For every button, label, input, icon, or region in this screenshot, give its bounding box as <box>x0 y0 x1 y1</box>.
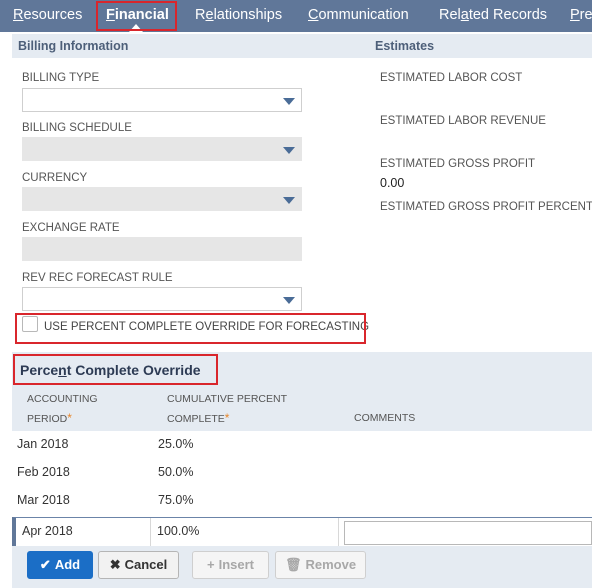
plus-icon: + <box>207 557 215 572</box>
cancel-button[interactable]: ✖ Cancel <box>98 551 179 579</box>
edit-period-value: Apr 2018 <box>22 524 73 538</box>
check-icon: ✔ <box>39 557 51 572</box>
row-period: Jan 2018 <box>17 437 69 451</box>
row-period: Feb 2018 <box>17 465 70 479</box>
tab-relationships[interactable]: Relationships <box>195 0 282 32</box>
tab-resources[interactable]: Resources <box>13 0 82 32</box>
column-header-accounting-period[interactable]: ACCOUNTING PERIOD* <box>27 390 98 429</box>
table-row[interactable]: Jan 2018 25.0% <box>12 431 592 459</box>
close-icon: ✖ <box>109 557 121 572</box>
billing-type-select[interactable] <box>22 88 302 112</box>
comments-input[interactable] <box>344 521 592 545</box>
chevron-down-icon <box>283 197 295 204</box>
billing-type-label: BILLING TYPE <box>22 72 100 84</box>
column-header-cumulative-percent-line2: COMPLETE <box>167 413 225 425</box>
remove-button[interactable]: 🗑 Remove <box>275 551 366 579</box>
trash-icon: 🗑 <box>284 557 302 572</box>
edit-percent-value: 100.0% <box>157 524 200 538</box>
active-tab-caret <box>129 24 143 32</box>
row-percent: 25.0% <box>158 437 194 451</box>
exchange-rate-label: EXCHANGE RATE <box>22 222 120 234</box>
mandatory-mark: * <box>67 411 72 425</box>
chevron-down-icon <box>283 147 295 154</box>
tab-bar: Resources Financial Relationships Commun… <box>0 0 592 32</box>
estimated-gross-profit-percent-label: ESTIMATED GROSS PROFIT PERCENT <box>380 201 592 213</box>
row-percent: 50.0% <box>158 465 194 479</box>
estimates-title: Estimates <box>375 39 435 53</box>
rev-rec-forecast-rule-label: REV REC FORECAST RULE <box>22 272 173 284</box>
column-header-cumulative-percent-line1: CUMULATIVE PERCENT <box>167 393 287 405</box>
estimated-labor-cost-label: ESTIMATED LABOR COST <box>380 72 523 84</box>
estimated-labor-revenue-label: ESTIMATED LABOR REVENUE <box>380 115 546 127</box>
edit-period-cell[interactable]: Apr 2018 <box>16 518 151 547</box>
rev-rec-forecast-rule-select[interactable] <box>22 287 302 311</box>
table-row[interactable]: Feb 2018 50.0% <box>12 459 592 487</box>
estimated-gross-profit-label: ESTIMATED GROSS PROFIT <box>380 158 536 170</box>
column-header-accounting-period-line2: PERIOD <box>27 413 68 425</box>
column-header-accounting-period-line1: ACCOUNTING <box>27 393 98 405</box>
row-percent: 75.0% <box>158 493 194 507</box>
chevron-down-icon <box>283 98 295 105</box>
add-button[interactable]: ✔ Add <box>27 551 93 579</box>
add-button-label: Add <box>54 557 81 572</box>
estimated-gross-profit-value: 0.00 <box>380 176 405 190</box>
exchange-rate-field[interactable] <box>22 237 302 261</box>
column-header-cumulative-percent[interactable]: CUMULATIVE PERCENT COMPLETE* <box>167 390 287 429</box>
percent-complete-override-checkbox[interactable] <box>22 316 38 332</box>
tab-pre[interactable]: Pre <box>570 0 592 32</box>
insert-button[interactable]: + Insert <box>192 551 269 579</box>
edit-percent-cell[interactable]: 100.0% <box>151 518 339 547</box>
mandatory-mark: * <box>224 411 230 425</box>
chevron-down-icon <box>283 297 295 304</box>
billing-schedule-label: BILLING SCHEDULE <box>22 122 132 134</box>
cancel-button-label: Cancel <box>124 557 168 572</box>
tab-related-records[interactable]: Related Records <box>439 0 547 32</box>
row-period: Mar 2018 <box>17 493 70 507</box>
billing-information-title: Billing Information <box>18 39 129 53</box>
sublist-column-header <box>12 386 592 434</box>
tab-communication[interactable]: Communication <box>308 0 409 32</box>
currency-select[interactable] <box>22 187 302 211</box>
currency-label: CURRENCY <box>22 172 88 184</box>
insert-button-label: Insert <box>218 557 254 572</box>
sublist-title: Percent Complete Override <box>20 362 201 378</box>
billing-schedule-select[interactable] <box>22 137 302 161</box>
column-header-comments[interactable]: COMMENTS <box>354 409 415 428</box>
table-row[interactable]: Mar 2018 75.0% <box>12 487 592 515</box>
remove-button-label: Remove <box>305 557 357 572</box>
percent-complete-override-checkbox-label: USE PERCENT COMPLETE OVERRIDE FOR FORECA… <box>44 321 370 333</box>
